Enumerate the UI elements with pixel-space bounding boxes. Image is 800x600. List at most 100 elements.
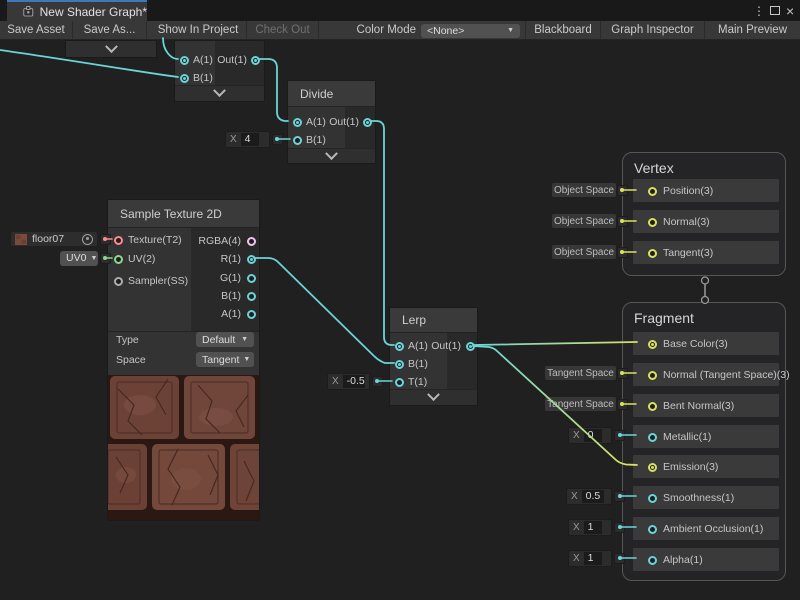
value-input[interactable]: 0 (584, 429, 602, 442)
edge-lerp-out-to-base-color[interactable] (473, 342, 637, 345)
save-as-button[interactable]: Save As... (73, 21, 147, 39)
port-sampler-in[interactable] (114, 277, 123, 286)
port-ambient-occlusion[interactable] (648, 525, 657, 534)
x-label: X (573, 522, 580, 533)
vertex-row-tangent[interactable]: Tangent(3) (633, 241, 779, 264)
vertex-row-normal[interactable]: Normal(3) (633, 210, 779, 233)
port-lerp-b[interactable] (395, 360, 404, 369)
port-divide-out[interactable] (363, 118, 372, 127)
object-picker-icon[interactable] (82, 234, 93, 245)
type-dropdown[interactable]: Default▼ (196, 332, 254, 347)
port-position[interactable] (648, 187, 657, 196)
bent-normal-space-selector[interactable]: Tangent Space (545, 397, 616, 411)
blackboard-button[interactable]: Blackboard (525, 21, 601, 39)
uv-channel-dropdown[interactable]: UV0▼ (60, 251, 98, 266)
port-a-out[interactable] (247, 310, 256, 319)
port-texture-in[interactable] (114, 236, 123, 245)
normal-space-selector[interactable]: Tangent Space (545, 366, 616, 380)
port-normal[interactable] (648, 218, 657, 227)
port-label: T(1) (408, 377, 427, 388)
divide-b-default-field[interactable]: X 4 (225, 131, 270, 148)
fragment-row-metallic[interactable]: Metallic(1) (633, 425, 779, 448)
port-divide-a[interactable] (293, 118, 302, 127)
metallic-connector (614, 430, 625, 441)
metallic-default-field[interactable]: X 0 (568, 427, 612, 444)
node-collapse-strip[interactable] (175, 85, 264, 101)
value-input[interactable]: 1 (584, 521, 602, 534)
ambient-occlusion-default-field[interactable]: X 1 (568, 519, 612, 536)
main-preview-button[interactable]: Main Preview (705, 21, 800, 39)
position-space-selector[interactable]: Object Space (552, 183, 616, 197)
node-title[interactable]: Divide (288, 81, 375, 107)
port-r-out[interactable] (247, 255, 256, 264)
node-collapse-strip[interactable] (288, 148, 375, 163)
port-lerp-a[interactable] (395, 342, 404, 351)
expand-chevron-icon[interactable] (105, 40, 118, 53)
value-input[interactable]: 4 (241, 133, 259, 146)
save-asset-button[interactable]: Save Asset (0, 21, 73, 39)
normal-space-selector[interactable]: Object Space (552, 214, 616, 228)
port-label: Smoothness(1) (663, 493, 734, 504)
close-icon[interactable]: × (786, 0, 794, 21)
fragment-row-emission[interactable]: Emission(3) (633, 455, 779, 478)
port-lerp-t[interactable] (395, 378, 404, 387)
node-divide[interactable]: Divide A(1) B(1) Out(1) (287, 80, 376, 164)
port-top-out[interactable] (251, 56, 260, 65)
color-mode-dropdown[interactable]: <None> ▼ (421, 24, 520, 38)
port-rgba-out[interactable] (247, 237, 256, 246)
port-alpha[interactable] (648, 556, 657, 565)
value-input[interactable]: -0.5 (343, 375, 365, 388)
fragment-row-smoothness[interactable]: Smoothness(1) (633, 486, 779, 509)
value-input[interactable]: 1 (584, 552, 602, 565)
fragment-row-base-color[interactable]: Base Color(3) (633, 332, 779, 355)
lerp-t-default-field[interactable]: X -0.5 (327, 373, 370, 390)
node-title[interactable]: Lerp (390, 308, 477, 333)
alpha-default-field[interactable]: X 1 (568, 550, 612, 567)
collapsed-node[interactable] (65, 40, 157, 58)
port-top-a[interactable] (180, 56, 189, 65)
fragment-context-block[interactable]: Fragment Base Color(3) Normal (Tangent S… (622, 302, 786, 581)
value-input[interactable]: 0.5 (582, 490, 605, 503)
port-divide-b[interactable] (293, 136, 302, 145)
edge-sample-r-to-lerp-b[interactable] (254, 258, 394, 363)
port-uv-in[interactable] (114, 255, 123, 264)
port-lerp-out[interactable] (466, 342, 475, 351)
port-g-out[interactable] (247, 274, 256, 283)
check-out-button[interactable]: Check Out (247, 21, 319, 39)
show-in-project-button[interactable]: Show In Project (150, 21, 247, 39)
tab-new-shader-graph[interactable]: New Shader Graph* (7, 0, 147, 21)
port-bent-normal[interactable] (648, 402, 657, 411)
node-collapse-strip[interactable] (390, 389, 477, 405)
port-base-color[interactable] (648, 340, 657, 349)
port-label: A(1) (408, 341, 428, 352)
fragment-row-normal[interactable]: Normal (Tangent Space)(3) (633, 363, 779, 386)
graph-inspector-button[interactable]: Graph Inspector (601, 21, 705, 39)
node-title[interactable]: Sample Texture 2D (108, 200, 259, 228)
fragment-row-bent-normal[interactable]: Bent Normal(3) (633, 394, 779, 417)
node-sample-texture-2d[interactable]: Sample Texture 2D Texture(T2) UV(2) Samp… (107, 199, 260, 521)
port-label: B(1) (408, 359, 428, 370)
space-connector (617, 185, 628, 196)
fragment-row-alpha[interactable]: Alpha(1) (633, 548, 779, 571)
port-normal-ts[interactable] (648, 371, 657, 380)
port-smoothness[interactable] (648, 494, 657, 503)
tangent-space-selector[interactable]: Object Space (552, 245, 616, 259)
port-b-out[interactable] (247, 292, 256, 301)
port-label: Normal (Tangent Space)(3) (663, 370, 790, 381)
maximize-icon[interactable] (770, 0, 780, 21)
space-dropdown[interactable]: Tangent▼ (196, 352, 254, 367)
smoothness-default-field[interactable]: X 0.5 (566, 488, 612, 505)
shader-graph-icon (23, 5, 34, 18)
fragment-row-ambient-occlusion[interactable]: Ambient Occlusion(1) (633, 517, 779, 540)
vertex-row-position[interactable]: Position(3) (633, 179, 779, 202)
node-top[interactable]: A(1) B(1) Out(1) (174, 40, 265, 102)
vertex-context-block[interactable]: Vertex Position(3) Normal(3) Tangent(3) (622, 152, 786, 276)
texture-preview (108, 375, 259, 520)
port-tangent[interactable] (648, 249, 657, 258)
port-top-b[interactable] (180, 74, 189, 83)
node-lerp[interactable]: Lerp A(1) B(1) T(1) Out(1) (389, 307, 478, 406)
port-metallic[interactable] (648, 433, 657, 442)
menu-dots-icon[interactable]: ⋮ (753, 0, 765, 21)
port-emission[interactable] (648, 463, 657, 472)
texture-object-field[interactable]: floor07 (10, 231, 98, 247)
